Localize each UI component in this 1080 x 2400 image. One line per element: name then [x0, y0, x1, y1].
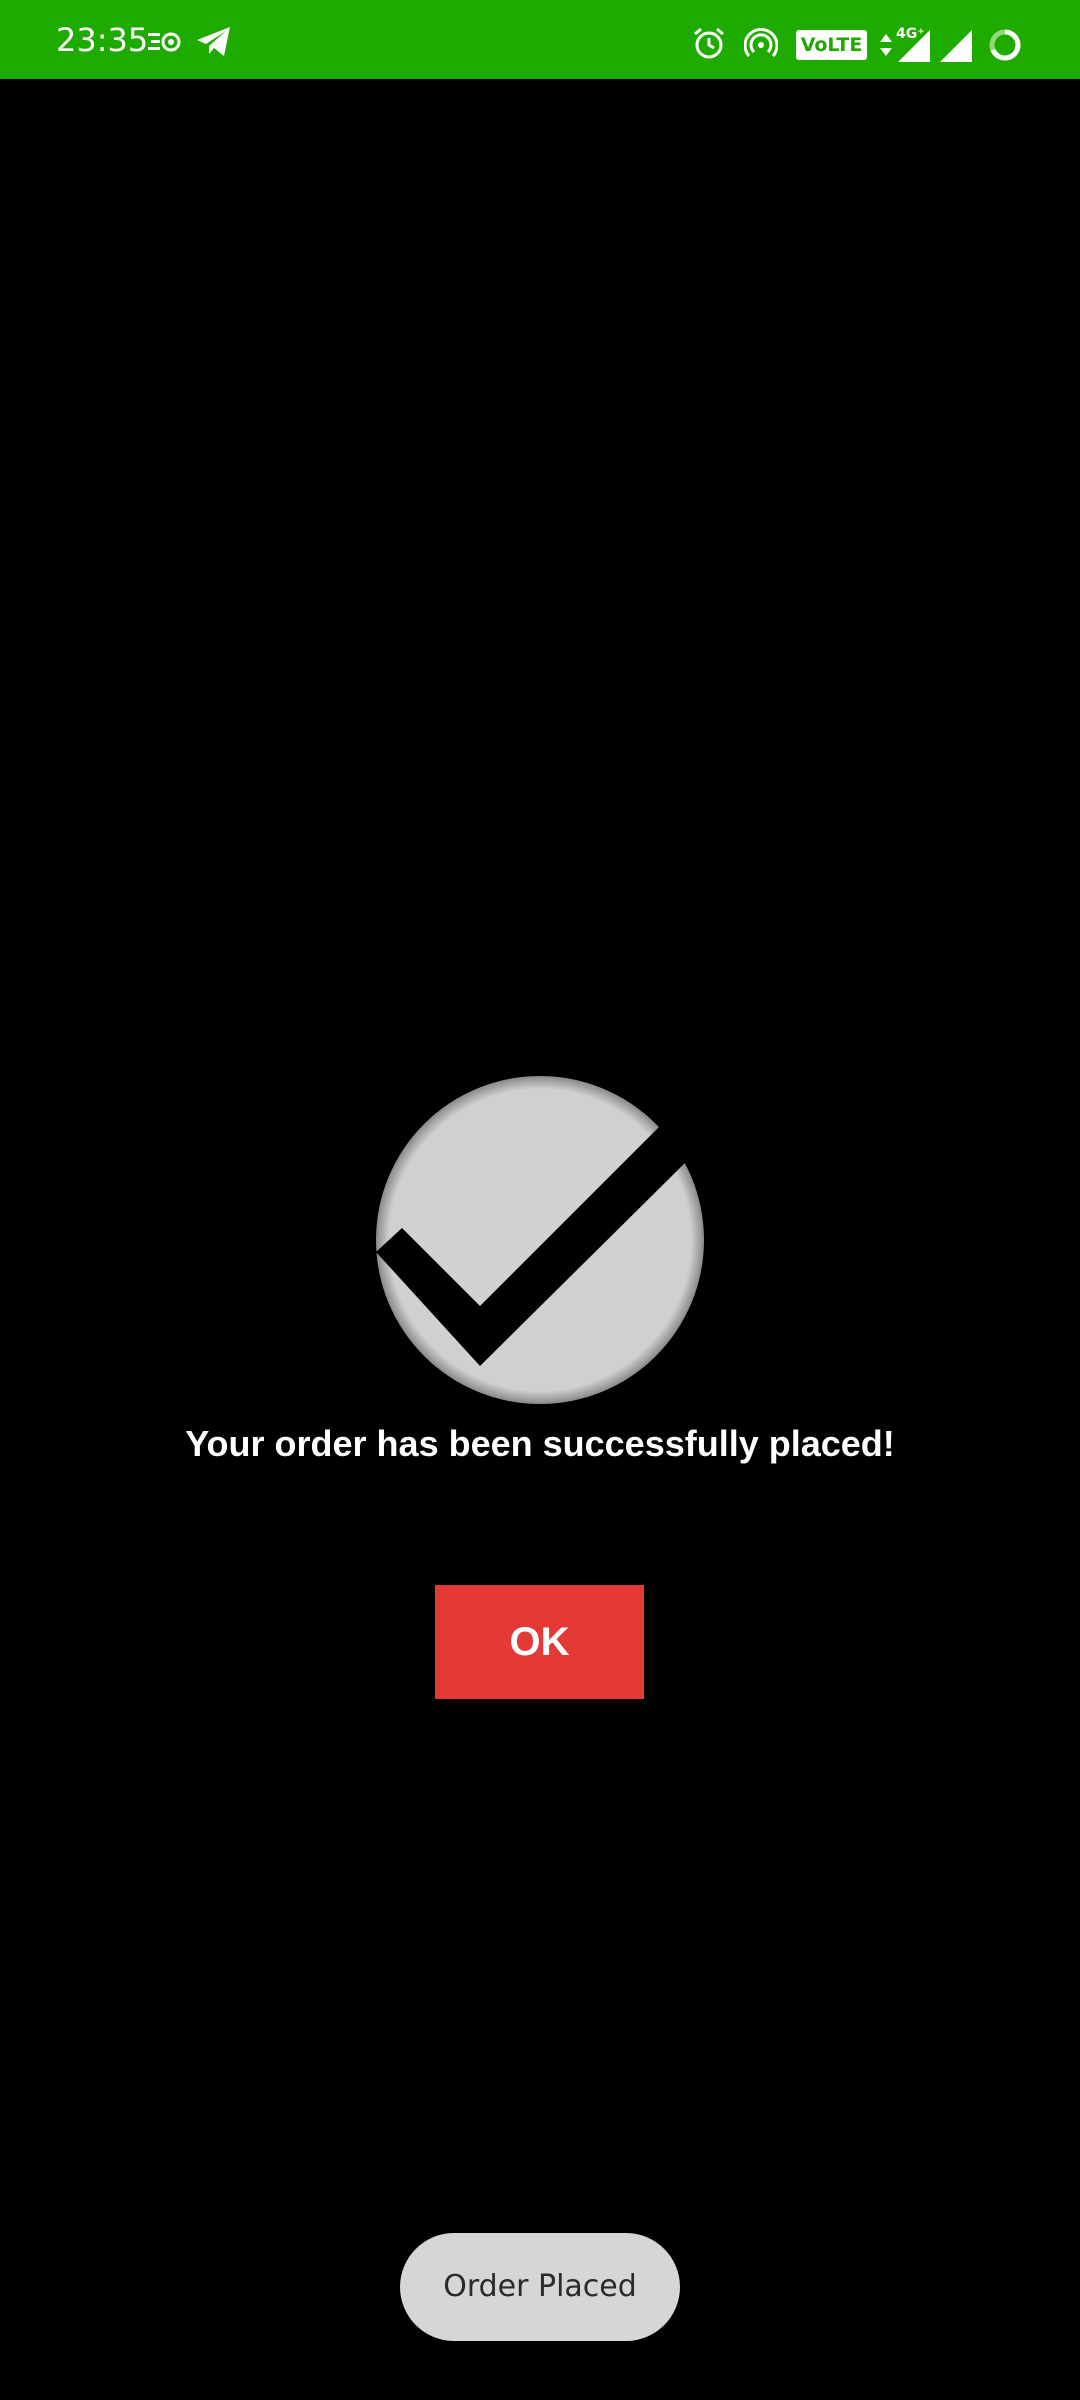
signal-icon — [898, 30, 930, 64]
ok-button[interactable]: OK — [435, 1585, 644, 1699]
status-bar: 23:35 VoLTE 4G⁺ — [0, 0, 1080, 79]
status-time: 23:35 — [56, 21, 149, 59]
signal-icon — [940, 30, 972, 64]
telegram-icon — [196, 26, 232, 60]
alarm-icon — [692, 26, 726, 60]
battery-ring-icon — [988, 28, 1022, 62]
toast-message: Order Placed — [400, 2233, 680, 2341]
check-circle-icon — [374, 1074, 706, 1406]
volte-icon: VoLTE — [796, 30, 867, 60]
data-arrows-icon — [880, 34, 892, 68]
data-saver-icon — [148, 30, 182, 64]
success-message: Your order has been successfully placed! — [185, 1423, 895, 1464]
hotspot-icon — [744, 28, 778, 62]
